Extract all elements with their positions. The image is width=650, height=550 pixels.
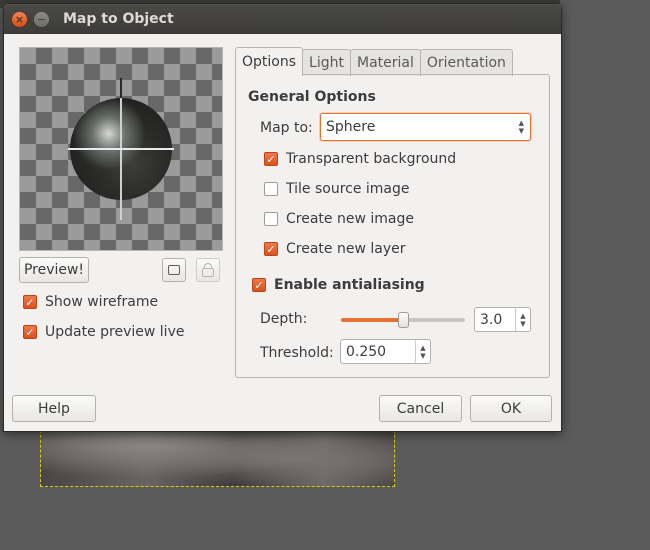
transparent-background-checkbox[interactable]: ✓ Transparent background: [264, 151, 456, 167]
depth-slider-handle[interactable]: [398, 312, 409, 328]
checkbox-checked-icon: ✓: [252, 278, 266, 292]
update-preview-live-label: Update preview live: [45, 324, 185, 340]
zoom-in-button[interactable]: [196, 258, 220, 282]
spin-arrows-icon[interactable]: ▲ ▼: [515, 308, 530, 331]
show-wireframe-checkbox[interactable]: ✓ Show wireframe: [23, 294, 158, 310]
titlebar: × − Map to Object: [4, 4, 561, 34]
spin-arrows-icon[interactable]: ▲ ▼: [415, 340, 430, 363]
zoom-out-button[interactable]: [162, 258, 186, 282]
checkbox-checked-icon: ✓: [264, 152, 278, 166]
enable-antialiasing-label: Enable antialiasing: [274, 277, 425, 293]
wireframe-vertical-axis-top: [120, 78, 122, 98]
map-to-value: Sphere: [326, 119, 376, 135]
preview-canvas: [19, 47, 223, 251]
transparent-background-label: Transparent background: [286, 151, 457, 167]
help-button[interactable]: Help: [12, 395, 96, 422]
general-options-heading: General Options: [248, 89, 376, 105]
create-new-image-label: Create new image: [286, 211, 414, 227]
create-new-layer-label: Create new layer: [286, 241, 406, 257]
tile-source-image-label: Tile source image: [286, 181, 410, 197]
checkbox-unchecked-icon: [264, 212, 278, 226]
zoom-out-icon: [168, 265, 180, 275]
tab-bar: Options Light Material Orientation: [235, 47, 513, 76]
enable-antialiasing-checkbox[interactable]: ✓ Enable antialiasing: [252, 277, 425, 293]
depth-spinbutton[interactable]: 3.0 ▲ ▼: [474, 307, 531, 332]
options-page: General Options Map to: Sphere ▲ ▼ ✓ Tran…: [235, 74, 550, 378]
checkbox-unchecked-icon: [264, 182, 278, 196]
combo-arrows-icon: ▲ ▼: [518, 119, 524, 135]
update-preview-live-checkbox[interactable]: ✓ Update preview live: [23, 324, 184, 340]
tab-orientation[interactable]: Orientation: [419, 49, 513, 76]
threshold-spinbutton[interactable]: 0.250 ▲ ▼: [340, 339, 431, 364]
tab-options[interactable]: Options: [235, 47, 304, 76]
create-new-layer-checkbox[interactable]: ✓ Create new layer: [264, 241, 405, 257]
minimize-icon[interactable]: −: [34, 11, 49, 27]
window-title: Map to Object: [63, 11, 174, 27]
checkbox-checked-icon: ✓: [23, 295, 37, 309]
tile-source-image-checkbox[interactable]: Tile source image: [264, 181, 410, 197]
depth-slider-fill: [341, 318, 403, 322]
checkbox-checked-icon: ✓: [264, 242, 278, 256]
create-new-image-checkbox[interactable]: Create new image: [264, 211, 414, 227]
checkbox-checked-icon: ✓: [23, 325, 37, 339]
depth-label: Depth:: [260, 311, 308, 327]
preview-button[interactable]: Preview!: [19, 257, 89, 283]
threshold-value: 0.250: [346, 343, 387, 360]
map-to-label: Map to:: [260, 120, 313, 136]
depth-value: 3.0: [480, 311, 503, 328]
tab-material[interactable]: Material: [349, 49, 421, 76]
cancel-button[interactable]: Cancel: [379, 395, 462, 422]
show-wireframe-label: Show wireframe: [45, 294, 159, 310]
wireframe-horizontal-axis: [68, 148, 174, 150]
threshold-label: Threshold:: [260, 345, 334, 361]
map-to-select[interactable]: Sphere ▲ ▼: [320, 113, 531, 141]
map-to-object-dialog: × − Map to Object Preview! ✓ Show wirefr…: [3, 3, 562, 432]
ok-button[interactable]: OK: [470, 395, 552, 422]
close-icon[interactable]: ×: [12, 11, 27, 27]
tab-light[interactable]: Light: [302, 49, 351, 76]
lock-icon: [202, 262, 214, 277]
